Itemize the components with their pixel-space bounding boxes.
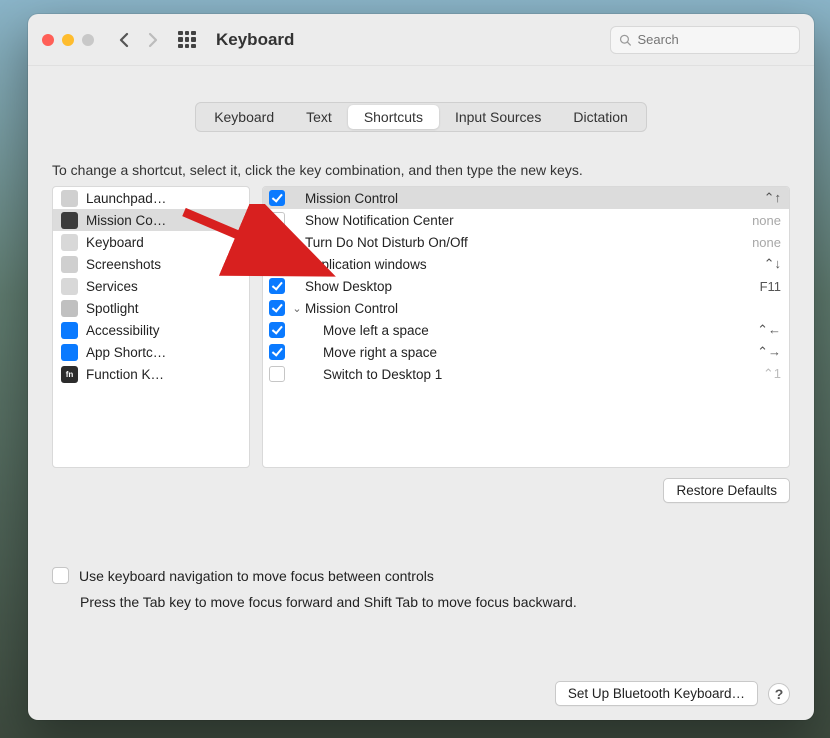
keyboard-nav-checkbox[interactable] (52, 567, 69, 584)
minimize-icon[interactable] (62, 34, 74, 46)
shortcut-label: Switch to Desktop 1 (323, 367, 735, 382)
category-label: App Shortc… (86, 345, 166, 360)
keyboard-nav-subtext: Press the Tab key to move focus forward … (80, 594, 790, 610)
shortcut-row[interactable]: Move left a space⌃← (263, 319, 789, 341)
shortcut-label: Mission Control (305, 301, 735, 316)
zoom-icon[interactable] (82, 34, 94, 46)
tab-text[interactable]: Text (290, 105, 348, 129)
close-icon[interactable] (42, 34, 54, 46)
shortcut-checkbox[interactable] (269, 344, 285, 360)
instruction-text: To change a shortcut, select it, click t… (52, 162, 790, 178)
preferences-window: Keyboard Keyboard Text Shortcuts Input S… (28, 14, 814, 720)
shortcut-key[interactable]: ⌃← (735, 322, 781, 338)
category-item[interactable]: Launchpad… (53, 187, 249, 209)
spotlight-icon (61, 300, 78, 317)
category-item[interactable]: Mission Co… (53, 209, 249, 231)
launchpad-icon (61, 190, 78, 207)
category-item[interactable]: Accessibility (53, 319, 249, 341)
app-shortcuts-icon (61, 344, 78, 361)
category-label: Screenshots (86, 257, 161, 272)
services-icon (61, 278, 78, 295)
category-item[interactable]: fn Function K… (53, 363, 249, 385)
content-area: Keyboard Text Shortcuts Input Sources Di… (28, 66, 814, 720)
search-icon (619, 33, 632, 47)
tab-keyboard[interactable]: Keyboard (198, 105, 290, 129)
forward-button[interactable] (142, 26, 164, 54)
shortcut-label: Show Desktop (305, 279, 735, 294)
shortcut-checkbox[interactable] (269, 366, 285, 382)
mission-control-icon (61, 212, 78, 229)
shortcut-label: Move right a space (323, 345, 735, 360)
category-label: Keyboard (86, 235, 144, 250)
shortcut-label: Application windows (305, 257, 735, 272)
tab-input-sources[interactable]: Input Sources (439, 105, 557, 129)
shortcut-row[interactable]: Show DesktopF11 (263, 275, 789, 297)
shortcut-key[interactable]: ⌃→ (735, 344, 781, 360)
shortcut-row[interactable]: Switch to Desktop 1⌃1 (263, 363, 789, 385)
shortcut-checkbox[interactable] (269, 190, 285, 206)
shortcut-checkbox[interactable] (269, 256, 285, 272)
shortcut-row[interactable]: Mission Control⌃↑ (263, 187, 789, 209)
traffic-lights (42, 34, 94, 46)
restore-defaults-button[interactable]: Restore Defaults (663, 478, 790, 503)
category-item[interactable]: Screenshots (53, 253, 249, 275)
shortcut-checkbox[interactable] (269, 300, 285, 316)
back-button[interactable] (112, 26, 134, 54)
disclosure-icon[interactable]: ⌄ (291, 302, 303, 315)
shortcut-label: Turn Do Not Disturb On/Off (305, 235, 735, 250)
category-item[interactable]: App Shortc… (53, 341, 249, 363)
shortcut-key[interactable]: F11 (735, 279, 781, 294)
category-list[interactable]: Launchpad… Mission Co… Keyboard Screenshots… (52, 186, 250, 468)
shortcut-row[interactable]: Move right a space⌃→ (263, 341, 789, 363)
shortcut-checkbox[interactable] (269, 234, 285, 250)
category-item[interactable]: Services (53, 275, 249, 297)
function-keys-icon: fn (61, 366, 78, 383)
shortcut-label: Mission Control (305, 191, 735, 206)
shortcut-key[interactable]: ⌃↓ (735, 256, 781, 272)
shortcut-row[interactable]: Show Notification Centernone (263, 209, 789, 231)
show-all-icon[interactable] (178, 31, 196, 49)
category-label: Accessibility (86, 323, 160, 338)
shortcut-key[interactable]: ⌃1 (735, 366, 781, 382)
keyboard-icon (61, 234, 78, 251)
category-label: Services (86, 279, 138, 294)
shortcut-list[interactable]: Mission Control⌃↑Show Notification Cente… (262, 186, 790, 468)
shortcut-key[interactable]: none (735, 213, 781, 228)
tab-shortcuts[interactable]: Shortcuts (348, 105, 439, 129)
titlebar: Keyboard (28, 14, 814, 66)
search-input[interactable] (638, 32, 792, 47)
shortcut-checkbox[interactable] (269, 212, 285, 228)
shortcut-row[interactable]: Application windows⌃↓ (263, 253, 789, 275)
tab-dictation[interactable]: Dictation (557, 105, 643, 129)
help-button[interactable]: ? (768, 683, 790, 705)
shortcut-label: Show Notification Center (305, 213, 735, 228)
category-label: Mission Co… (86, 213, 166, 228)
setup-bluetooth-button[interactable]: Set Up Bluetooth Keyboard… (555, 681, 758, 706)
search-field[interactable] (610, 26, 800, 54)
screenshots-icon (61, 256, 78, 273)
shortcut-label: Move left a space (323, 323, 735, 338)
category-label: Launchpad… (86, 191, 166, 206)
category-item[interactable]: Keyboard (53, 231, 249, 253)
shortcut-checkbox[interactable] (269, 278, 285, 294)
tab-bar: Keyboard Text Shortcuts Input Sources Di… (195, 102, 647, 132)
shortcut-row[interactable]: ⌄Mission Control (263, 297, 789, 319)
category-label: Spotlight (86, 301, 139, 316)
keyboard-nav-label: Use keyboard navigation to move focus be… (79, 568, 434, 584)
category-label: Function K… (86, 367, 164, 382)
shortcut-row[interactable]: Turn Do Not Disturb On/Offnone (263, 231, 789, 253)
shortcut-key[interactable]: none (735, 235, 781, 250)
shortcut-checkbox[interactable] (269, 322, 285, 338)
window-title: Keyboard (216, 30, 294, 50)
accessibility-icon (61, 322, 78, 339)
category-item[interactable]: Spotlight (53, 297, 249, 319)
shortcut-key[interactable]: ⌃↑ (735, 190, 781, 206)
